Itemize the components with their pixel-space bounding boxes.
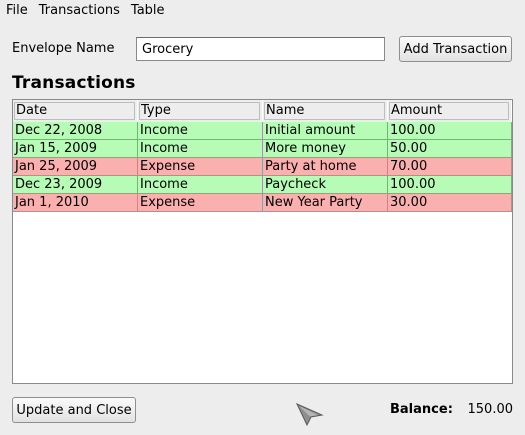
column-header-label: Amount: [391, 103, 443, 118]
transactions-table[interactable]: Date Type Name Amount Dec 22, 2008 Income…: [12, 99, 513, 384]
cell-amount: 100.00: [388, 176, 512, 194]
add-transaction-button[interactable]: Add Transaction: [399, 36, 512, 62]
cell-amount: 30.00: [388, 194, 512, 212]
table-row[interactable]: Jan 15, 2009 Income More money 50.00: [13, 140, 512, 158]
cell-date: Jan 15, 2009: [13, 140, 138, 158]
cell-amount: 70.00: [388, 158, 512, 176]
table-row[interactable]: Jan 25, 2009 Expense Party at home 70.00: [13, 158, 512, 176]
envelope-name-input[interactable]: [136, 37, 385, 61]
cell-type: Income: [138, 122, 263, 140]
cell-type: Income: [138, 176, 263, 194]
column-header-label: Name: [266, 103, 305, 118]
cell-name: Paycheck: [263, 176, 388, 194]
menu-file[interactable]: File: [0, 0, 33, 22]
column-header-label: Date: [16, 103, 48, 118]
cell-name: Party at home: [263, 158, 388, 176]
table-row[interactable]: Dec 23, 2009 Income Paycheck 100.00: [13, 176, 512, 194]
column-header-name[interactable]: Name: [263, 100, 388, 122]
table-row[interactable]: Dec 22, 2008 Income Initial amount 100.00: [13, 122, 512, 140]
cell-date: Jan 1, 2010: [13, 194, 138, 212]
table-header: Date Type Name Amount: [13, 100, 512, 122]
mouse-pointer-icon: [296, 403, 324, 426]
cell-name: More money: [263, 140, 388, 158]
envelope-name-label: Envelope Name: [12, 41, 115, 56]
transactions-heading: Transactions: [12, 73, 136, 93]
cell-type: Income: [138, 140, 263, 158]
cell-type: Expense: [138, 158, 263, 176]
cell-date: Dec 22, 2008: [13, 122, 138, 140]
table-row[interactable]: Jan 1, 2010 Expense New Year Party 30.00: [13, 194, 512, 212]
menu-bar: File Transactions Table: [0, 0, 525, 22]
menu-table[interactable]: Table: [125, 0, 170, 22]
cell-date: Dec 23, 2009: [13, 176, 138, 194]
cell-type: Expense: [138, 194, 263, 212]
cell-amount: 100.00: [388, 122, 512, 140]
cell-date: Jan 25, 2009: [13, 158, 138, 176]
column-header-label: Type: [141, 103, 171, 118]
cell-amount: 50.00: [388, 140, 512, 158]
column-header-type[interactable]: Type: [138, 100, 263, 122]
table-body: Dec 22, 2008 Income Initial amount 100.00 Ja…: [13, 122, 512, 212]
cell-name: Initial amount: [263, 122, 388, 140]
column-header-date[interactable]: Date: [13, 100, 138, 122]
balance-value: 150.00: [467, 402, 514, 417]
menu-transactions[interactable]: Transactions: [33, 0, 125, 22]
update-and-close-button[interactable]: Update and Close: [12, 397, 136, 423]
column-header-amount[interactable]: Amount: [388, 100, 512, 122]
cell-name: New Year Party: [263, 194, 388, 212]
